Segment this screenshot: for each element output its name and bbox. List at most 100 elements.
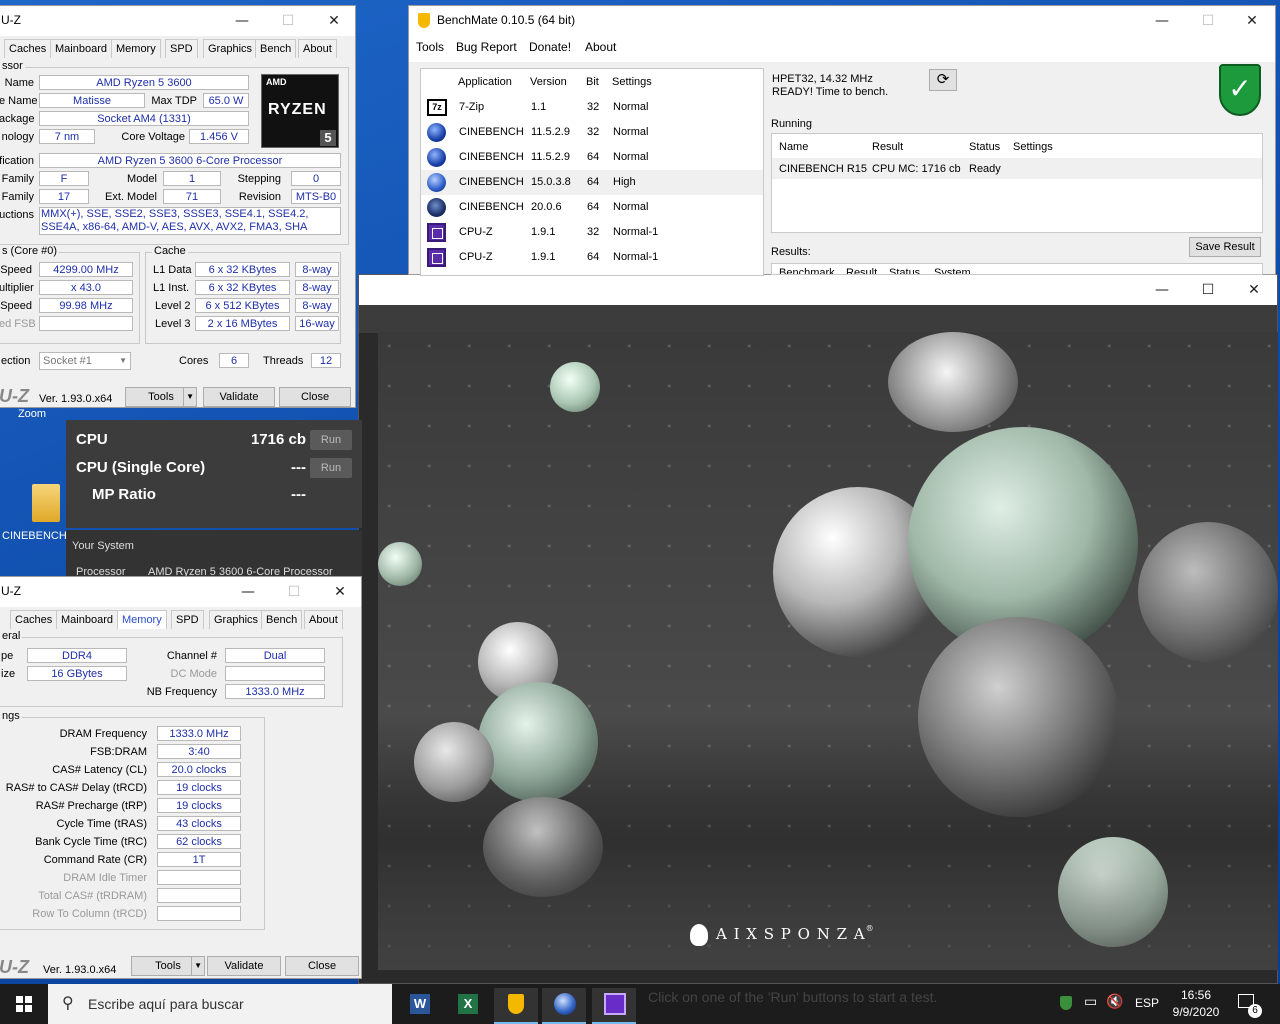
maximize-button[interactable]: ☐ (1185, 275, 1231, 305)
cinebench-system-panel: Your System Processor AMD Ryzen 5 3600 6… (66, 530, 362, 580)
tab-about[interactable]: About (304, 610, 343, 629)
running-header-name[interactable]: Name (779, 141, 808, 153)
list-item[interactable]: CINEBENCH 11.5.2.9 32 Normal (421, 120, 763, 145)
tab-caches[interactable]: Caches (4, 39, 52, 58)
tab-caches[interactable]: Caches (10, 610, 58, 629)
cpuz-taskbar-icon[interactable] (592, 988, 636, 1024)
minimize-button[interactable]: — (1139, 275, 1185, 305)
tab-mainboard[interactable]: Mainboard (50, 39, 112, 58)
chevron-down-icon: ▼ (191, 957, 202, 975)
tools-button[interactable]: Tools ▼ (131, 956, 205, 976)
threads-value: 12 (311, 353, 341, 368)
list-item[interactable]: CPU-Z 1.9.1 64 Normal-1 (421, 245, 763, 270)
clock-date[interactable]: 9/9/2020 (1168, 1005, 1224, 1019)
menu-bug-report[interactable]: Bug Report (456, 40, 517, 54)
tab-bench[interactable]: Bench (255, 39, 297, 58)
tools-button[interactable]: Tools ▼ (125, 387, 197, 407)
tab-memory[interactable]: Memory (111, 39, 161, 58)
start-button[interactable] (0, 984, 48, 1024)
timing-label: Bank Cycle Time (tRC) (35, 836, 147, 848)
close-button-footer[interactable]: Close (279, 387, 351, 407)
package-label: ackage (0, 113, 35, 125)
specification-label: fication (0, 155, 34, 167)
validate-button[interactable]: Validate (207, 956, 281, 976)
results-header-status[interactable]: Status (889, 267, 920, 274)
tab-graphics[interactable]: Graphics (203, 39, 258, 58)
close-button-footer[interactable]: Close (285, 956, 359, 976)
running-header-result[interactable]: Result (872, 141, 903, 153)
render-sphere (378, 542, 422, 586)
maximize-button[interactable]: ☐ (271, 577, 317, 607)
dc-mode-label: DC Mode (170, 668, 217, 680)
results-list: Benchmark Result Status System (771, 263, 1263, 275)
list-item[interactable]: 7z 7-Zip 1.1 32 Normal (421, 95, 763, 120)
network-icon[interactable]: ▭ (1084, 994, 1097, 1010)
desktop-icon-cinebench[interactable]: CINEBENCH (0, 480, 67, 546)
list-item-selected[interactable]: CINEBENCH 15.0.3.8 64 High (421, 170, 763, 195)
running-header-settings[interactable]: Settings (1013, 141, 1053, 153)
tab-graphics[interactable]: Graphics (209, 610, 264, 629)
menu-about[interactable]: About (585, 40, 616, 54)
socket-select[interactable]: Socket #1 ▼ (39, 352, 131, 370)
results-header-system[interactable]: System (934, 267, 971, 274)
app-name: CPU-Z (459, 251, 493, 263)
clock-time[interactable]: 16:56 (1180, 988, 1212, 1002)
menu-donate[interactable]: Donate! (529, 40, 571, 54)
ext-family-label: Family (1, 191, 34, 203)
tab-about[interactable]: About (298, 39, 337, 58)
list-header-bit[interactable]: Bit (586, 76, 599, 88)
tab-spd[interactable]: SPD (171, 610, 204, 629)
results-header-benchmark[interactable]: Benchmark (779, 267, 835, 274)
minimize-button[interactable]: — (1139, 6, 1185, 36)
running-caption: Running (771, 118, 812, 130)
excel-icon[interactable]: X (446, 988, 490, 1024)
maximize-button[interactable]: ☐ (265, 6, 311, 36)
list-header-application[interactable]: Application (458, 76, 512, 88)
menu-tools[interactable]: Tools (416, 40, 444, 54)
chevron-down-icon: ▼ (183, 388, 194, 406)
list-item[interactable]: CINEBENCH 11.5.2.9 64 Normal (421, 145, 763, 170)
cpu-run-button[interactable]: Run (310, 430, 352, 450)
close-button[interactable]: ✕ (1229, 6, 1275, 36)
timing-label: DRAM Idle Timer (63, 872, 147, 884)
minimize-button[interactable]: — (219, 6, 265, 36)
windows-logo-icon (16, 996, 32, 1012)
render-sphere (414, 722, 494, 802)
maximize-button[interactable]: ☐ (1185, 6, 1231, 36)
search-placeholder: Escribe aquí para buscar (88, 996, 244, 1012)
list-header-settings[interactable]: Settings (612, 76, 652, 88)
close-button[interactable]: ✕ (1231, 275, 1277, 305)
cpuz-version-logo: U-Z (0, 386, 29, 406)
language-indicator[interactable]: ESP (1135, 996, 1159, 1010)
tab-mainboard[interactable]: Mainboard (56, 610, 118, 629)
security-tray-icon[interactable] (1060, 996, 1072, 1010)
model-value: 1 (163, 171, 221, 186)
benchmate-taskbar-icon[interactable] (494, 988, 538, 1024)
list-header-version[interactable]: Version (530, 76, 567, 88)
word-icon[interactable]: W (398, 988, 442, 1024)
table-row[interactable]: CINEBENCH R15 CPU MC: 1716 cb Ready (772, 158, 1262, 179)
cpuz-tabs: Caches Mainboard Memory SPD Graphics Ben… (0, 39, 355, 59)
minimize-button[interactable]: — (225, 577, 271, 607)
list-item[interactable]: CPU-Z 1.9.1 32 Normal-1 (421, 220, 763, 245)
tab-spd[interactable]: SPD (165, 39, 198, 58)
tab-bench[interactable]: Bench (261, 610, 303, 629)
save-result-button[interactable]: Save Result (1189, 237, 1261, 257)
close-button[interactable]: ✕ (317, 577, 363, 607)
cinebench-taskbar-icon[interactable] (542, 988, 586, 1024)
running-header-status[interactable]: Status (969, 141, 1000, 153)
close-button[interactable]: ✕ (311, 6, 357, 36)
cpuz-titlebar: U-Z — ☐ ✕ (0, 577, 361, 607)
validate-button[interactable]: Validate (203, 387, 275, 407)
results-header-result[interactable]: Result (846, 267, 877, 274)
desktop-icon-zoom[interactable]: Zoom (2, 408, 62, 428)
l1-inst-value: 6 x 32 KBytes (195, 280, 290, 295)
volume-muted-icon[interactable]: 🔇 (1106, 994, 1123, 1010)
list-item[interactable]: CINEBENCH 20.0.6 64 Normal (421, 195, 763, 220)
app-name: CINEBENCH (459, 126, 524, 138)
ext-model-label: Ext. Model (105, 191, 157, 203)
refresh-button[interactable]: ⟳ (929, 69, 957, 91)
search-box[interactable]: ⚲ Escribe aquí para buscar (48, 984, 392, 1024)
single-core-run-button[interactable]: Run (310, 458, 352, 478)
tab-memory[interactable]: Memory (117, 610, 167, 629)
